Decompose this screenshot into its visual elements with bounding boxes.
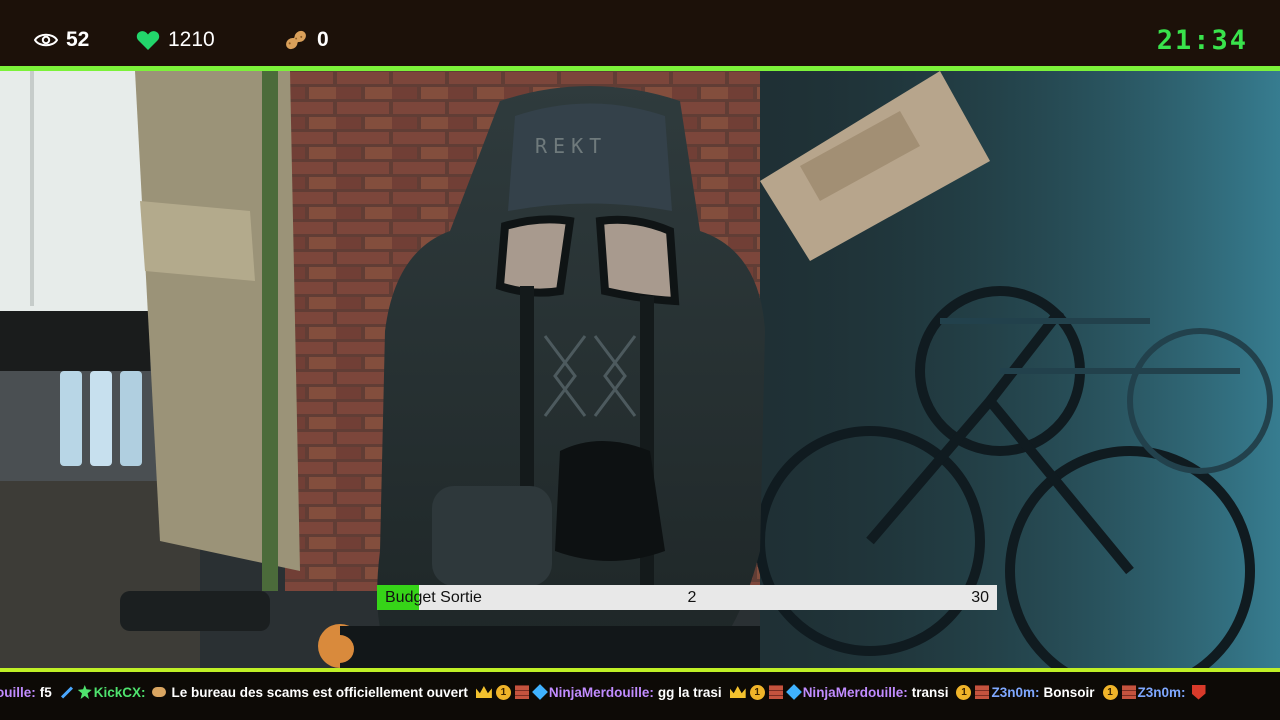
heart-count-value: 1210: [168, 28, 215, 51]
crown-icon: [475, 686, 492, 698]
badge-icon: [77, 685, 92, 699]
chat-username: NinjaMerdouille:: [548, 684, 654, 700]
chat-username: ouille:: [0, 684, 36, 700]
viewer-count: 52: [34, 22, 89, 58]
budget-progress-bar: Budget Sortie 2 30: [377, 585, 997, 610]
crown-icon: [729, 686, 746, 698]
budget-current-value: 2: [687, 589, 697, 606]
coin-icon: 1: [956, 684, 972, 700]
peanut-count-value: 0: [317, 28, 329, 51]
chat-message: transi: [911, 684, 949, 700]
stream-top-bar: 52 1210 0 21:34: [0, 0, 1280, 67]
heart-icon: [136, 30, 160, 51]
chat-username: NinjaMerdouille:: [802, 684, 908, 700]
chat-username: Z3n0m:: [991, 684, 1040, 700]
chat-message: gg la trasi: [657, 684, 722, 700]
cube-icon: [531, 684, 548, 700]
budget-label: Budget Sortie: [385, 589, 482, 606]
sword-icon: [60, 685, 73, 699]
scene-illustration: REKT: [0, 71, 1280, 668]
shield-icon: [1191, 684, 1206, 700]
chat-message: Bonsoir: [1043, 684, 1095, 700]
budget-max-value: 30: [971, 589, 989, 606]
coin-icon: 1: [1102, 684, 1118, 700]
chat-ticker-row: ouille: f5 KickCX: Le bureau des scams e…: [0, 679, 1208, 705]
chat-username: KickCX:: [93, 684, 146, 700]
chat-message: f5: [39, 684, 52, 700]
viewer-count-value: 52: [66, 28, 90, 51]
peanut-icon: [151, 687, 166, 697]
peanut-count: 0: [283, 22, 329, 58]
brick-icon: [768, 685, 783, 699]
chat-message: Le bureau des scams est officiellement o…: [171, 684, 468, 700]
heart-count: 1210: [136, 22, 215, 58]
chair-brand-text: REKT: [535, 134, 607, 158]
brick-icon: [975, 685, 990, 699]
cube-icon: [785, 684, 802, 700]
brick-icon: [514, 685, 529, 699]
chat-ticker: ouille: f5 KickCX: Le bureau des scams e…: [0, 672, 1280, 720]
webcam-scene: REKT: [0, 71, 1280, 668]
coin-icon: 1: [749, 684, 765, 700]
eye-icon: [34, 32, 58, 48]
peanut-icon: [283, 28, 309, 52]
coin-icon: 1: [495, 684, 511, 700]
stream-clock: 21:34: [1156, 24, 1248, 56]
brick-icon: [1121, 685, 1136, 699]
chat-username: Z3n0m:: [1137, 684, 1186, 700]
